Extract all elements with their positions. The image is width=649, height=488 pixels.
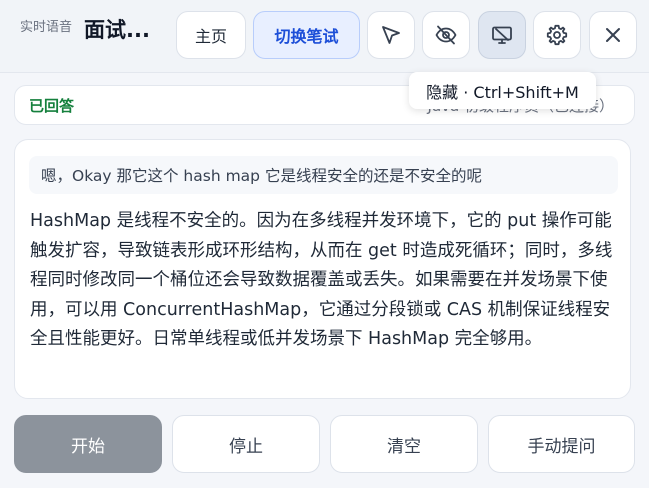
question-text: 嗯，Okay 那它这个 hash map 它是线程安全的还是不安全的呢 (29, 156, 618, 194)
gear-icon (546, 24, 568, 46)
manual-question-button[interactable]: 手动提问 (488, 415, 635, 473)
mode-label: 实时语音 (20, 20, 73, 35)
cursor-arrow-icon (382, 26, 400, 44)
header: 实时语音 面试... 主页 切换笔试 (0, 0, 649, 73)
clear-button[interactable]: 清空 (330, 415, 478, 473)
close-button[interactable] (589, 11, 637, 59)
eye-off-icon (435, 25, 457, 45)
switch-written-button[interactable]: 切换笔试 (253, 11, 360, 59)
hide-button[interactable] (422, 11, 470, 59)
monitor-off-icon (492, 26, 512, 44)
page-title: 面试... (84, 18, 150, 42)
stop-button[interactable]: 停止 (172, 415, 320, 473)
tooltip: 隐藏 · Ctrl+Shift+M (409, 72, 596, 109)
status-badge: 已回答 (29, 97, 75, 115)
screen-share-off-button[interactable] (478, 11, 526, 59)
app-window: 实时语音 面试... 主页 切换笔试 隐藏 · Ctrl+Shift+M 已回答… (0, 0, 649, 488)
home-button[interactable]: 主页 (176, 11, 246, 59)
close-icon (606, 28, 620, 42)
answer-text: HashMap 是线程不安全的。因为在多线程并发环境下，它的 put 操作可能触… (30, 211, 613, 349)
pointer-button[interactable] (367, 11, 415, 59)
start-button[interactable]: 开始 (14, 415, 162, 473)
conversation-card: 嗯，Okay 那它这个 hash map 它是线程安全的还是不安全的呢 Hash… (14, 139, 631, 399)
settings-button[interactable] (533, 11, 581, 59)
